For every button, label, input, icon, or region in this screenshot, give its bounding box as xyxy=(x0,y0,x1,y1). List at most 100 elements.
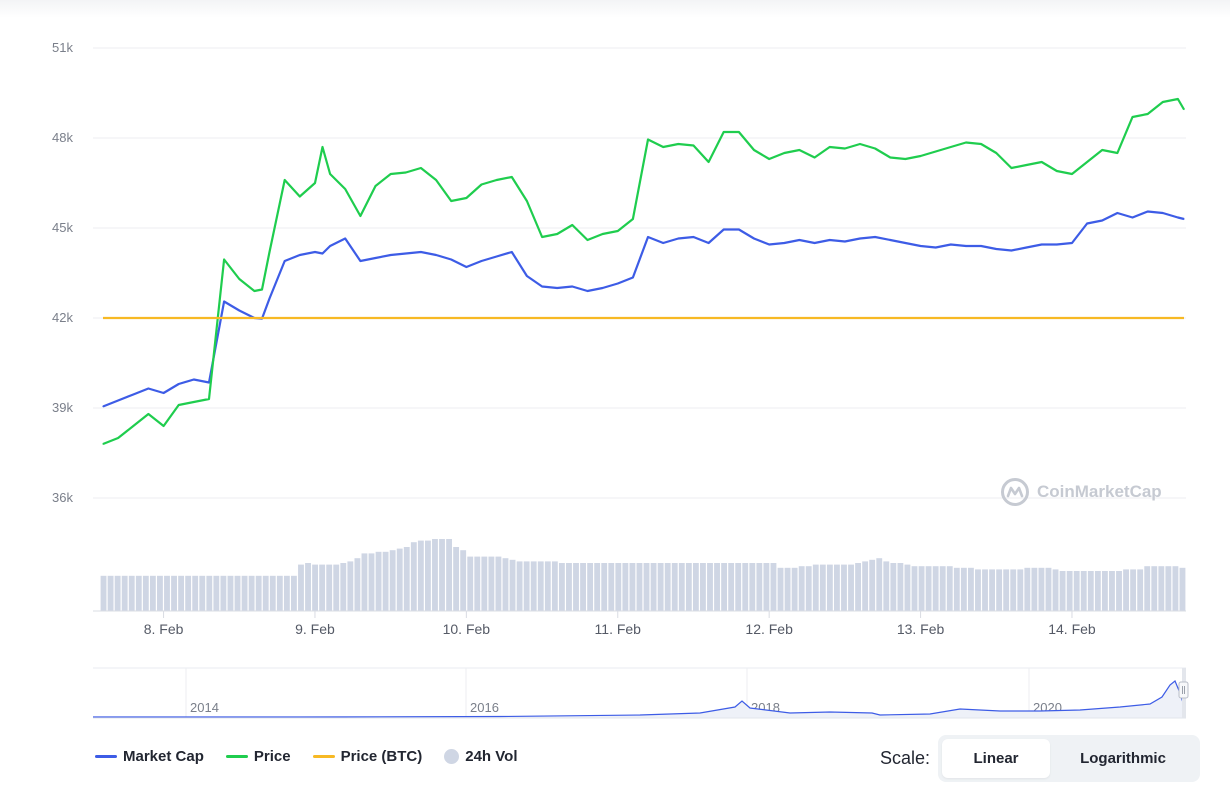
volume-bar xyxy=(1109,571,1115,611)
volume-bar xyxy=(834,564,840,611)
data-point xyxy=(829,239,831,241)
data-point xyxy=(208,381,210,384)
data-point xyxy=(1041,243,1043,246)
data-point xyxy=(374,185,377,187)
volume-bar xyxy=(622,563,629,611)
data-point xyxy=(511,176,513,178)
y-tick-label: 51k xyxy=(52,40,73,55)
data-point xyxy=(329,173,331,175)
data-point xyxy=(1116,212,1118,214)
volume-bar xyxy=(826,564,833,611)
chart-svg[interactable]: 51k 48k 45k 42k 39k 36k 8. Feb 9. Feb 10. Feb 11.… xyxy=(0,0,1230,730)
volume-bar xyxy=(1017,569,1024,611)
data-point xyxy=(647,138,649,141)
legend-item-market-cap[interactable]: Market Cap xyxy=(95,748,204,765)
data-point xyxy=(980,143,982,145)
navigator-handle[interactable] xyxy=(1178,681,1189,699)
data-point xyxy=(132,425,134,427)
volume-bar xyxy=(1010,569,1017,611)
volume-bar xyxy=(262,575,269,611)
volume-bar xyxy=(1158,566,1165,611)
volume-bar xyxy=(763,563,770,611)
data-point xyxy=(1177,98,1179,100)
volume-bar xyxy=(890,563,897,611)
data-point xyxy=(798,239,801,241)
data-point xyxy=(178,404,180,406)
data-point xyxy=(768,243,770,246)
volume-bar xyxy=(678,563,685,611)
data-point xyxy=(950,146,952,148)
navigator-area xyxy=(93,681,1184,718)
data-point xyxy=(496,179,498,181)
volume-bar xyxy=(967,567,974,611)
data-point xyxy=(223,258,225,261)
data-point xyxy=(526,200,528,202)
volume-bar xyxy=(1087,571,1094,611)
scale-toggle: Linear Logarithmic xyxy=(938,735,1200,782)
legend-item-24h-vol[interactable]: 24h Vol xyxy=(444,748,518,765)
data-point xyxy=(950,243,952,246)
volume-bar xyxy=(784,567,791,611)
volume-bar xyxy=(135,575,142,611)
volume-bar xyxy=(453,547,460,611)
legend-item-price-btc[interactable]: Price (BTC) xyxy=(312,748,422,765)
volume-bar xyxy=(382,551,389,611)
data-point xyxy=(1010,249,1013,252)
data-point xyxy=(374,257,377,259)
volume-bar xyxy=(481,556,488,611)
volume-bar xyxy=(1024,567,1031,611)
volume-bar xyxy=(982,569,988,611)
data-point xyxy=(753,149,755,151)
data-point xyxy=(1071,173,1073,175)
volume-bar xyxy=(1073,571,1080,611)
data-point xyxy=(935,246,937,249)
data-point xyxy=(859,237,861,240)
volume-bar xyxy=(883,561,890,611)
data-point xyxy=(299,254,301,256)
volume-bar xyxy=(805,566,812,611)
volume-bar xyxy=(707,563,713,611)
volume-bar xyxy=(721,563,728,611)
volume-bar xyxy=(932,566,939,611)
data-point xyxy=(723,228,725,231)
data-point xyxy=(1147,113,1149,115)
volume-bar xyxy=(361,553,368,611)
volume-bar xyxy=(777,567,784,611)
volume-bar xyxy=(819,564,826,611)
data-point xyxy=(919,155,922,157)
volume-bar xyxy=(128,575,135,611)
data-point xyxy=(344,188,346,190)
data-point xyxy=(321,252,324,255)
data-point xyxy=(708,242,710,244)
volume-bar xyxy=(283,575,290,611)
legend-label-market-cap: Market Cap xyxy=(123,747,204,765)
volume-bar xyxy=(439,539,445,611)
legend-item-price[interactable]: Price xyxy=(225,747,291,765)
volume-bar xyxy=(714,563,720,611)
volume-bar xyxy=(333,564,340,611)
volume-bar xyxy=(417,540,424,611)
volume-bar xyxy=(735,563,742,611)
data-point xyxy=(889,239,891,241)
volume-bar xyxy=(516,561,523,611)
volume-bar xyxy=(206,575,213,611)
data-point xyxy=(602,233,604,235)
volume-bar xyxy=(939,566,946,611)
volume-bar xyxy=(791,567,798,611)
volume-bar xyxy=(1165,566,1172,611)
y-tick-label: 48k xyxy=(52,130,73,145)
legend-label-price: Price xyxy=(253,747,291,765)
data-point xyxy=(829,146,831,148)
scale-logarithmic-button[interactable]: Logarithmic xyxy=(1050,739,1196,778)
volume-bar xyxy=(1045,567,1052,611)
data-point xyxy=(889,156,891,159)
data-point xyxy=(284,179,286,181)
data-point xyxy=(783,152,785,154)
scale-linear-button[interactable]: Linear xyxy=(942,739,1050,778)
volume-bar xyxy=(1101,571,1108,611)
data-point xyxy=(208,398,210,400)
volume-bar xyxy=(114,575,121,611)
data-point xyxy=(844,147,846,150)
data-point xyxy=(480,260,483,262)
data-point xyxy=(723,131,725,133)
